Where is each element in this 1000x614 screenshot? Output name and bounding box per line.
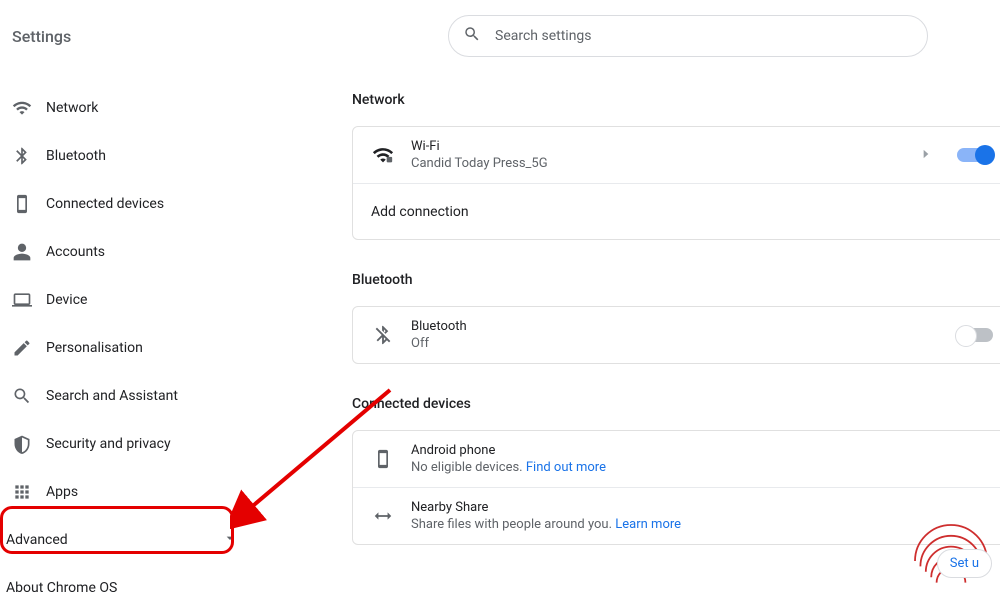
wifi-row[interactable]: Wi-Fi Candid Today Press_5G <box>353 127 1000 183</box>
sidebar-item-connected-devices[interactable]: Connected devices <box>0 180 252 228</box>
add-connection-label: Add connection <box>371 204 469 220</box>
nearby-setup-button[interactable]: Set u <box>937 549 992 578</box>
android-label: Android phone <box>411 443 606 458</box>
bluetooth-icon <box>12 146 32 166</box>
nearby-learn-more-link[interactable]: Learn more <box>615 517 681 532</box>
sidebar-item-personalisation[interactable]: Personalisation <box>0 324 252 372</box>
apps-icon <box>12 482 32 502</box>
section-title-bluetooth: Bluetooth <box>352 272 1000 288</box>
chevron-down-icon <box>222 530 238 550</box>
nearby-label: Nearby Share <box>411 500 681 515</box>
sidebar-item-label: Security and privacy <box>46 436 171 452</box>
section-title-network: Network <box>352 92 1000 108</box>
sidebar-item-label: Accounts <box>46 244 105 260</box>
bluetooth-toggle[interactable] <box>957 328 993 342</box>
bluetooth-status: Off <box>411 336 467 351</box>
sidebar-item-label: Search and Assistant <box>46 388 178 404</box>
bluetooth-row[interactable]: Bluetooth Off <box>353 307 1000 363</box>
sidebar-item-accounts[interactable]: Accounts <box>0 228 252 276</box>
phone-icon <box>371 449 395 469</box>
sidebar-item-label: Apps <box>46 484 78 500</box>
sidebar-advanced-toggle[interactable]: Advanced <box>0 516 252 564</box>
search-icon <box>12 386 32 406</box>
android-phone-row[interactable]: Android phone No eligible devices. Find … <box>353 431 1000 487</box>
android-sub-text: No eligible devices. <box>411 460 523 475</box>
android-sub: No eligible devices. Find out more <box>411 460 606 475</box>
wifi-ssid: Candid Today Press_5G <box>411 156 548 171</box>
wifi-icon <box>12 98 32 118</box>
search-input[interactable] <box>495 28 913 44</box>
wifi-label: Wi-Fi <box>411 139 548 154</box>
sidebar-item-network[interactable]: Network <box>0 84 252 132</box>
add-connection-row[interactable]: Add connection <box>353 183 1000 239</box>
search-icon <box>463 25 481 47</box>
android-find-out-more-link[interactable]: Find out more <box>526 460 606 475</box>
main-content: Network Wi-Fi Candid Today Press_5G Add … <box>252 72 1000 614</box>
sidebar-item-apps[interactable]: Apps <box>0 468 252 516</box>
sidebar-item-label: Network <box>46 100 98 116</box>
sidebar-about-label: About Chrome OS <box>6 580 117 596</box>
section-title-connected: Connected devices <box>352 396 1000 412</box>
wifi-secure-icon <box>371 144 395 166</box>
sidebar-item-label: Bluetooth <box>46 148 106 164</box>
page-title: Settings <box>12 27 71 46</box>
sidebar-item-search-assistant[interactable]: Search and Assistant <box>0 372 252 420</box>
nearby-sub: Share files with people around you. Lear… <box>411 517 681 532</box>
phone-icon <box>12 194 32 214</box>
bluetooth-off-icon <box>371 324 395 346</box>
sidebar-item-device[interactable]: Device <box>0 276 252 324</box>
person-icon <box>12 242 32 262</box>
sidebar-about[interactable]: About Chrome OS <box>0 564 252 612</box>
nearby-share-row[interactable]: Nearby Share Share files with people aro… <box>353 487 1000 544</box>
network-card: Wi-Fi Candid Today Press_5G Add connecti… <box>352 126 1000 240</box>
nearby-share-icon <box>371 505 395 527</box>
sidebar-item-bluetooth[interactable]: Bluetooth <box>0 132 252 180</box>
shield-icon <box>12 434 32 454</box>
sidebar-item-label: Personalisation <box>46 340 143 356</box>
bluetooth-label: Bluetooth <box>411 319 467 334</box>
wifi-toggle[interactable] <box>957 148 993 162</box>
chevron-right-icon <box>919 146 933 165</box>
sidebar: Network Bluetooth Connected devices Acco… <box>0 72 252 614</box>
search-field[interactable] <box>448 15 928 57</box>
bluetooth-card: Bluetooth Off <box>352 306 1000 364</box>
connected-devices-card: Android phone No eligible devices. Find … <box>352 430 1000 545</box>
sidebar-item-label: Device <box>46 292 87 308</box>
laptop-icon <box>12 290 32 310</box>
sidebar-item-label: Connected devices <box>46 196 164 212</box>
edit-icon <box>12 338 32 358</box>
nearby-sub-text: Share files with people around you. <box>411 517 612 532</box>
sidebar-advanced-label: Advanced <box>6 532 68 548</box>
sidebar-item-security[interactable]: Security and privacy <box>0 420 252 468</box>
